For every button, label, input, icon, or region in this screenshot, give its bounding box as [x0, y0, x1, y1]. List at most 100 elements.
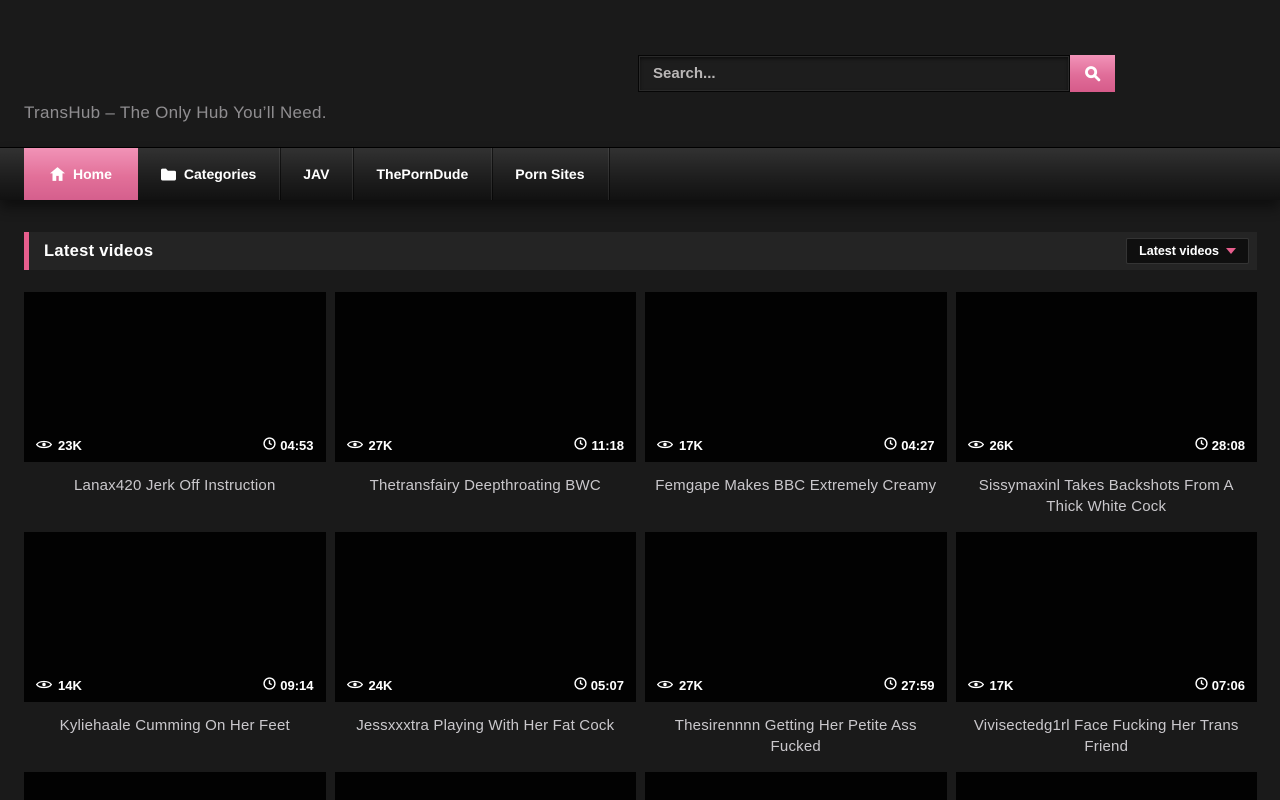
- eye-icon: [657, 438, 673, 453]
- video-thumbnail: [24, 772, 326, 800]
- video-title: Kyliehaale Cumming On Her Feet: [32, 715, 318, 736]
- views-count: 27K: [369, 438, 393, 453]
- page: TransHub – The Only Hub You’ll Need. H: [0, 0, 1280, 800]
- section-title: Latest videos: [44, 242, 153, 261]
- eye-icon: [36, 678, 52, 693]
- eye-icon: [347, 438, 363, 453]
- video-card[interactable]: 14K 09:14 Kyliehaale Cumming On Her Feet: [24, 532, 326, 772]
- video-card[interactable]: 27K 27:59 Thesirennnn Getting Her Petite…: [645, 532, 947, 772]
- video-card[interactable]: 17K 07:06 Vivisectedg1rl Face Fucking He…: [956, 532, 1258, 772]
- video-stats: 27K 11:18: [347, 437, 625, 453]
- nav-item-categories[interactable]: Categories: [138, 148, 280, 200]
- video-card[interactable]: 17K 04:27 Femgape Makes BBC Extremely Cr…: [645, 292, 947, 532]
- nav-item-label: Home: [73, 166, 112, 182]
- duration-stat: 05:07: [574, 677, 624, 693]
- views-count: 24K: [369, 678, 393, 693]
- search-icon: [1084, 65, 1101, 82]
- search-bar: [638, 55, 1115, 92]
- video-stats: 27K 27:59: [657, 677, 935, 693]
- views-stat: 27K: [657, 678, 703, 693]
- views-stat: 17K: [657, 438, 703, 453]
- duration-value: 27:59: [901, 678, 934, 693]
- duration-value: 09:14: [280, 678, 313, 693]
- views-stat: 26K: [968, 438, 1014, 453]
- eye-icon: [657, 678, 673, 693]
- duration-value: 04:27: [901, 438, 934, 453]
- video-card[interactable]: 23K 04:53 Lanax420 Jerk Off Instruction: [24, 292, 326, 532]
- duration-stat: 04:27: [884, 437, 934, 453]
- nav-item-label: Porn Sites: [515, 166, 584, 182]
- video-thumbnail: 14K 09:14: [24, 532, 326, 702]
- video-card[interactable]: [956, 772, 1258, 800]
- clock-icon: [263, 677, 276, 693]
- video-card[interactable]: [335, 772, 637, 800]
- duration-stat: 11:18: [574, 437, 624, 453]
- video-title: Jessxxxtra Playing With Her Fat Cock: [343, 715, 629, 736]
- chevron-down-icon: [1226, 248, 1236, 254]
- clock-icon: [574, 677, 587, 693]
- video-title: Lanax420 Jerk Off Instruction: [32, 475, 318, 496]
- duration-stat: 27:59: [884, 677, 934, 693]
- video-stats: 26K 28:08: [968, 437, 1246, 453]
- video-card[interactable]: 27K 11:18 Thetransfairy Deepthroating BW…: [335, 292, 637, 532]
- video-thumbnail: 26K 28:08: [956, 292, 1258, 462]
- nav-item-jav[interactable]: JAV: [280, 148, 353, 200]
- nav-item-label: Categories: [184, 166, 256, 182]
- video-card[interactable]: 26K 28:08 Sissymaxinl Takes Backshots Fr…: [956, 292, 1258, 532]
- views-stat: 24K: [347, 678, 393, 693]
- clock-icon: [884, 437, 897, 453]
- views-count: 27K: [679, 678, 703, 693]
- clock-icon: [1195, 677, 1208, 693]
- duration-value: 07:06: [1212, 678, 1245, 693]
- video-thumbnail: [335, 772, 637, 800]
- video-stats: 23K 04:53: [36, 437, 314, 453]
- video-thumbnail: 27K 27:59: [645, 532, 947, 702]
- nav-item-home[interactable]: Home: [24, 148, 138, 200]
- duration-stat: 07:06: [1195, 677, 1245, 693]
- search-input[interactable]: [638, 55, 1070, 92]
- sort-dropdown[interactable]: Latest videos: [1126, 238, 1249, 264]
- video-title: Thetransfairy Deepthroating BWC: [343, 475, 629, 496]
- duration-value: 05:07: [591, 678, 624, 693]
- video-thumbnail: 27K 11:18: [335, 292, 637, 462]
- video-thumbnail: 24K 05:07: [335, 532, 637, 702]
- video-card[interactable]: [24, 772, 326, 800]
- video-title: Sissymaxinl Takes Backshots From A Thick…: [964, 475, 1250, 517]
- section-header: Latest videos Latest videos: [24, 232, 1257, 270]
- clock-icon: [1195, 437, 1208, 453]
- video-thumbnail: [956, 772, 1258, 800]
- folder-icon: [161, 168, 176, 181]
- site-tagline: TransHub – The Only Hub You’ll Need.: [24, 103, 327, 123]
- video-stats: 14K 09:14: [36, 677, 314, 693]
- nav-item-porn-sites[interactable]: Porn Sites: [492, 148, 608, 200]
- views-stat: 14K: [36, 678, 82, 693]
- video-title: Vivisectedg1rl Face Fucking Her Trans Fr…: [964, 715, 1250, 757]
- views-count: 26K: [990, 438, 1014, 453]
- video-title: Femgape Makes BBC Extremely Creamy: [653, 475, 939, 496]
- nav-item-label: ThePornDude: [376, 166, 468, 182]
- views-count: 23K: [58, 438, 82, 453]
- nav-item-label: JAV: [303, 166, 329, 182]
- sort-dropdown-label: Latest videos: [1139, 244, 1219, 258]
- eye-icon: [347, 678, 363, 693]
- video-card[interactable]: [645, 772, 947, 800]
- video-thumbnail: 17K 07:06: [956, 532, 1258, 702]
- views-stat: 17K: [968, 678, 1014, 693]
- clock-icon: [574, 437, 587, 453]
- video-grid: 23K 04:53 Lanax420 Jerk Off Instruction …: [24, 292, 1257, 800]
- duration-stat: 09:14: [263, 677, 313, 693]
- nav-item-theporndude[interactable]: ThePornDude: [353, 148, 492, 200]
- clock-icon: [263, 437, 276, 453]
- video-stats: 17K 04:27: [657, 437, 935, 453]
- search-button[interactable]: [1070, 55, 1115, 92]
- views-count: 17K: [990, 678, 1014, 693]
- eye-icon: [36, 438, 52, 453]
- video-stats: 24K 05:07: [347, 677, 625, 693]
- video-stats: 17K 07:06: [968, 677, 1246, 693]
- video-card[interactable]: 24K 05:07 Jessxxxtra Playing With Her Fa…: [335, 532, 637, 772]
- views-stat: 23K: [36, 438, 82, 453]
- views-count: 17K: [679, 438, 703, 453]
- views-count: 14K: [58, 678, 82, 693]
- video-thumbnail: 23K 04:53: [24, 292, 326, 462]
- duration-value: 28:08: [1212, 438, 1245, 453]
